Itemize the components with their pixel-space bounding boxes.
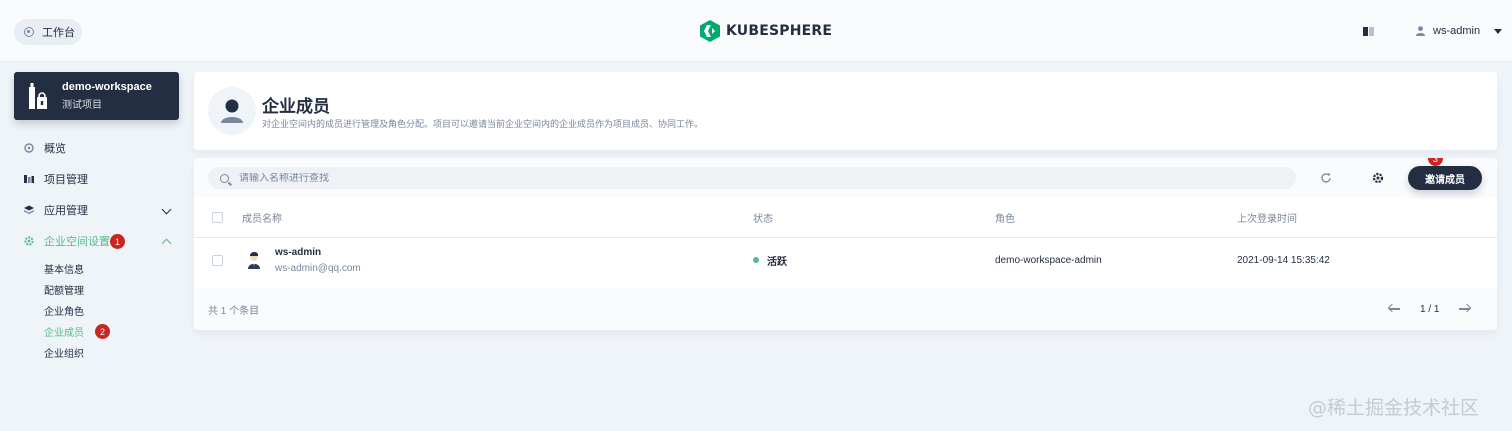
next-page-icon[interactable] bbox=[1459, 308, 1470, 310]
page-header: 企业成员 对企业空间内的成员进行管理及角色分配。项目可以邀请当前企业空间内的企业… bbox=[194, 72, 1497, 150]
column-header-last-login[interactable]: 上次登录时间 bbox=[1237, 198, 1297, 237]
chevron-up-icon bbox=[161, 238, 172, 249]
table-footer: 共 1 个条目 1 / 1 bbox=[194, 288, 1497, 330]
sidebar-item-workspace-settings[interactable]: 企业空间设置 1 bbox=[24, 231, 184, 251]
search-bar[interactable] bbox=[208, 167, 1296, 189]
workbench-icon bbox=[24, 27, 34, 37]
sidebar-subitem-label: 企业成员 bbox=[44, 328, 84, 339]
table-row[interactable]: ws-admin ws-admin@qq.com 活跃 demo-workspa… bbox=[194, 239, 1497, 281]
row-checkbox[interactable] bbox=[212, 254, 223, 266]
workbench-label: 工作台 bbox=[42, 27, 75, 39]
brand-name: KUBESPHERE bbox=[726, 23, 833, 39]
chevron-down-icon bbox=[1494, 28, 1503, 34]
invite-member-button[interactable]: 邀请成员 bbox=[1408, 166, 1482, 190]
user-name: ws-admin bbox=[1433, 25, 1481, 37]
member-role: demo-workspace-admin bbox=[995, 254, 1102, 266]
sidebar-subitem-basic-info[interactable]: 基本信息 bbox=[44, 258, 184, 279]
sidebar-item-label: 应用管理 bbox=[44, 205, 88, 217]
select-all-checkbox[interactable] bbox=[212, 212, 223, 223]
chevron-down-icon bbox=[161, 204, 172, 215]
sidebar-item-apps[interactable]: 应用管理 bbox=[24, 200, 184, 220]
watermark: @稀土掘金技术社区 bbox=[1308, 397, 1480, 419]
page-title: 企业成员 bbox=[262, 97, 330, 116]
brand-logo[interactable]: KUBESPHERE bbox=[700, 20, 832, 42]
page-indicator: 1 / 1 bbox=[1420, 303, 1440, 315]
user-menu[interactable]: ws-admin bbox=[1416, 22, 1503, 40]
step-badge: 1 bbox=[110, 234, 125, 249]
column-header-status[interactable]: 状态 bbox=[753, 198, 773, 237]
total-count: 共 1 个条目 bbox=[208, 305, 260, 317]
user-icon bbox=[1416, 26, 1425, 36]
search-input[interactable] bbox=[239, 172, 1139, 184]
app-icon bbox=[24, 205, 34, 214]
sidebar-item-label: 概览 bbox=[44, 143, 66, 155]
member-email: ws-admin@qq.com bbox=[275, 262, 361, 274]
sidebar-item-label: 企业空间设置 bbox=[44, 236, 110, 248]
sidebar-item-label: 项目管理 bbox=[44, 174, 88, 186]
member-name[interactable]: ws-admin bbox=[275, 247, 321, 258]
layout-toggle-icon[interactable] bbox=[1363, 27, 1375, 36]
dashboard-icon bbox=[24, 143, 34, 153]
top-bar: 工作台 KUBESPHERE ws-admin bbox=[0, 0, 1512, 62]
sidebar-subitem-quota[interactable]: 配额管理 bbox=[44, 279, 184, 300]
status-badge: 活跃 bbox=[767, 256, 787, 268]
workspace-card[interactable]: demo-workspace 测试项目 bbox=[14, 72, 179, 120]
status-indicator bbox=[753, 257, 759, 263]
page-description: 对企业空间内的成员进行管理及角色分配。项目可以邀请当前企业空间内的企业成员作为项… bbox=[262, 119, 704, 129]
search-icon bbox=[220, 173, 229, 183]
kubesphere-logo-icon bbox=[700, 20, 720, 42]
sidebar-subitem-members[interactable]: 企业成员 2 bbox=[44, 321, 184, 342]
project-icon bbox=[24, 175, 34, 183]
sidebar-item-overview[interactable]: 概览 bbox=[24, 138, 184, 158]
user-icon bbox=[221, 99, 243, 123]
members-table: 3 邀请成员 成员名称 状态 角色 上次登录时间 ws-admin ws-adm… bbox=[194, 158, 1497, 330]
members-avatar bbox=[208, 87, 256, 135]
workbench-button[interactable]: 工作台 bbox=[14, 19, 82, 45]
member-last-login: 2021-09-14 15:35:42 bbox=[1237, 254, 1330, 266]
step-badge: 2 bbox=[95, 324, 110, 339]
column-header-name[interactable]: 成员名称 bbox=[242, 198, 282, 237]
table-header: 成员名称 状态 角色 上次登录时间 bbox=[194, 198, 1497, 238]
table-toolbar: 3 邀请成员 bbox=[194, 158, 1497, 198]
workspace-icon bbox=[29, 83, 47, 109]
column-header-role[interactable]: 角色 bbox=[995, 198, 1015, 237]
gear-icon[interactable] bbox=[1371, 171, 1385, 185]
workspace-description: 测试项目 bbox=[62, 100, 102, 111]
step-badge: 3 bbox=[1428, 158, 1443, 166]
gear-icon bbox=[24, 236, 34, 246]
sidebar-item-projects[interactable]: 项目管理 bbox=[24, 169, 184, 189]
refresh-icon[interactable] bbox=[1319, 171, 1333, 185]
sidebar-subitem-roles[interactable]: 企业角色 bbox=[44, 300, 184, 321]
sidebar-nav: 概览 项目管理 应用管理 企业空间设置 1 基本信息 配额管理 企业角色 企业成… bbox=[24, 138, 184, 363]
workspace-name: demo-workspace bbox=[62, 81, 152, 93]
settings-subnav: 基本信息 配额管理 企业角色 企业成员 2 企业组织 bbox=[24, 258, 184, 363]
prev-page-icon[interactable] bbox=[1389, 308, 1400, 310]
sidebar-subitem-departments[interactable]: 企业组织 bbox=[44, 342, 184, 363]
avatar bbox=[248, 252, 260, 269]
